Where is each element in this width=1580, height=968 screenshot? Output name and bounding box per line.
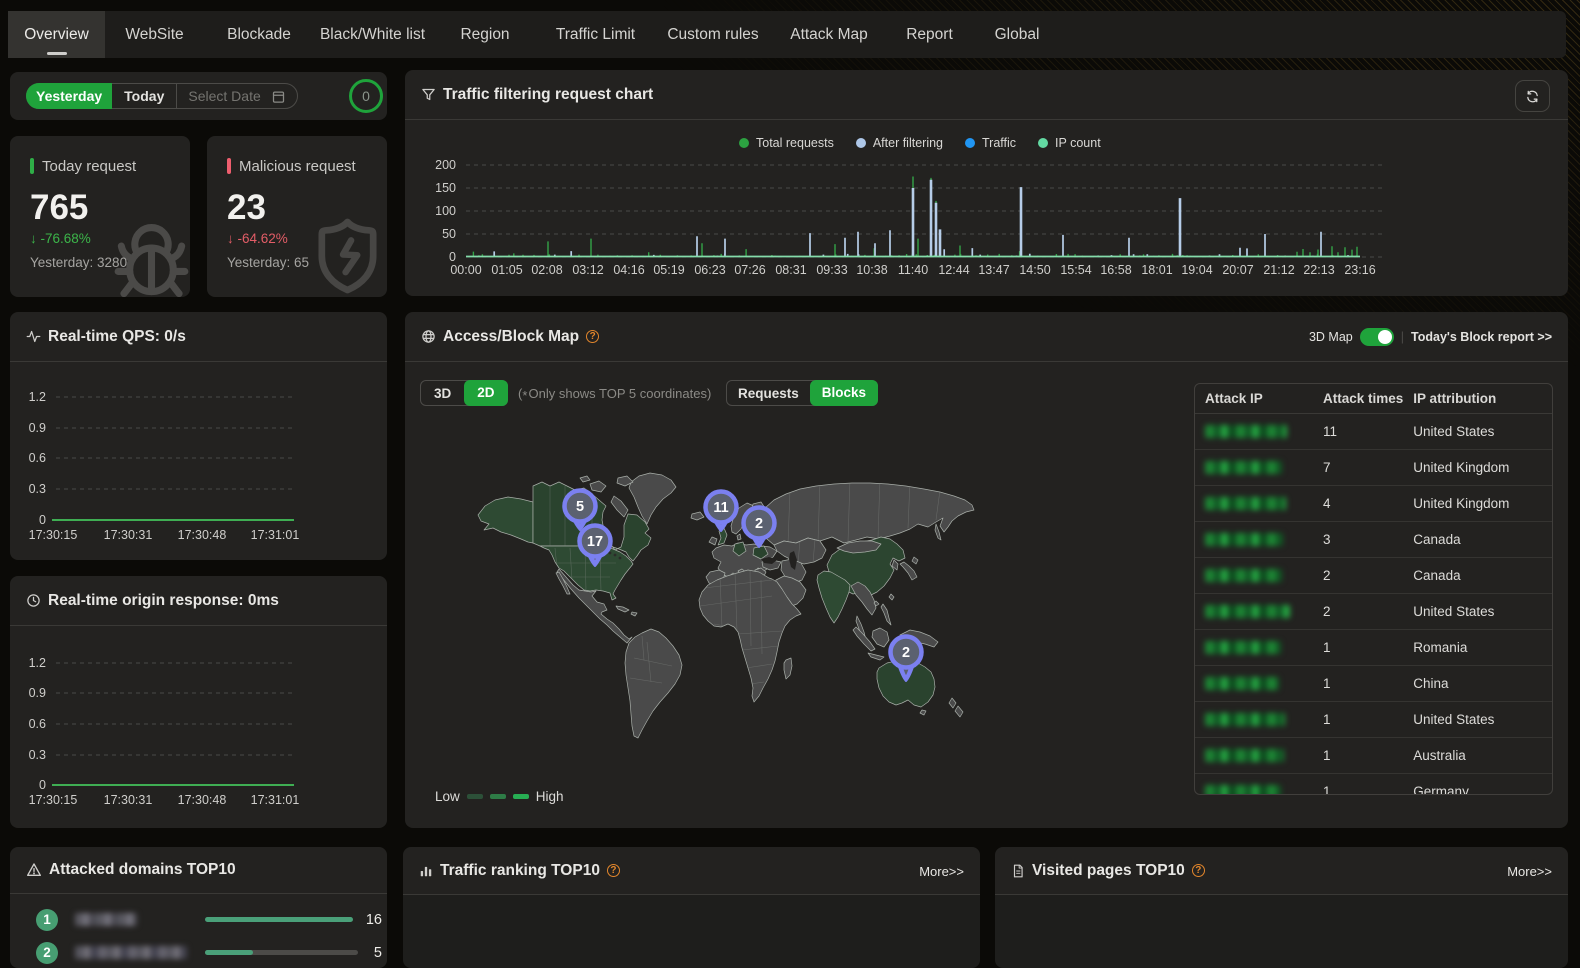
svg-text:200: 200 <box>435 158 456 172</box>
svg-text:07:26: 07:26 <box>734 263 765 277</box>
svg-text:17:30:15: 17:30:15 <box>29 793 78 807</box>
svg-text:17:30:15: 17:30:15 <box>29 528 78 542</box>
svg-text:0: 0 <box>39 778 46 792</box>
svg-text:02:08: 02:08 <box>531 263 562 277</box>
svg-text:10:38: 10:38 <box>856 263 887 277</box>
svg-text:17: 17 <box>587 534 603 550</box>
svg-text:09:33: 09:33 <box>816 263 847 277</box>
svg-text:20:07: 20:07 <box>1222 263 1253 277</box>
svg-text:2: 2 <box>755 516 763 532</box>
svg-text:0.6: 0.6 <box>29 717 46 731</box>
svg-text:17:30:48: 17:30:48 <box>178 528 227 542</box>
svg-text:150: 150 <box>435 181 456 195</box>
svg-text:0: 0 <box>449 250 456 264</box>
svg-text:22:13: 22:13 <box>1303 263 1334 277</box>
svg-text:23:16: 23:16 <box>1344 263 1375 277</box>
svg-text:0.3: 0.3 <box>29 748 46 762</box>
svg-text:5: 5 <box>576 499 584 515</box>
svg-text:0.3: 0.3 <box>29 482 46 496</box>
svg-text:16:58: 16:58 <box>1100 263 1131 277</box>
svg-text:19:04: 19:04 <box>1181 263 1212 277</box>
svg-text:2: 2 <box>902 645 910 661</box>
svg-text:17:31:01: 17:31:01 <box>251 528 300 542</box>
svg-text:03:12: 03:12 <box>572 263 603 277</box>
svg-text:1.2: 1.2 <box>29 656 46 670</box>
svg-text:01:05: 01:05 <box>491 263 522 277</box>
svg-text:08:31: 08:31 <box>775 263 806 277</box>
svg-text:100: 100 <box>435 204 456 218</box>
svg-text:11:40: 11:40 <box>898 263 928 277</box>
svg-text:13:47: 13:47 <box>978 263 1009 277</box>
svg-text:0: 0 <box>39 513 46 527</box>
svg-text:11: 11 <box>713 500 728 516</box>
svg-text:0.6: 0.6 <box>29 451 46 465</box>
svg-text:17:30:48: 17:30:48 <box>178 793 227 807</box>
svg-text:18:01: 18:01 <box>1141 263 1172 277</box>
svg-text:1.2: 1.2 <box>29 390 46 404</box>
svg-text:0.9: 0.9 <box>29 421 46 435</box>
svg-text:12:44: 12:44 <box>938 263 969 277</box>
svg-text:0.9: 0.9 <box>29 686 46 700</box>
svg-text:50: 50 <box>442 227 456 241</box>
svg-text:15:54: 15:54 <box>1060 263 1091 277</box>
svg-text:00:00: 00:00 <box>450 263 481 277</box>
svg-text:17:31:01: 17:31:01 <box>251 793 300 807</box>
svg-text:21:12: 21:12 <box>1263 263 1294 277</box>
svg-text:05:19: 05:19 <box>653 263 684 277</box>
svg-text:17:30:31: 17:30:31 <box>104 793 153 807</box>
svg-text:06:23: 06:23 <box>694 263 725 277</box>
svg-text:04:16: 04:16 <box>613 263 644 277</box>
svg-text:14:50: 14:50 <box>1019 263 1050 277</box>
svg-text:17:30:31: 17:30:31 <box>104 528 153 542</box>
